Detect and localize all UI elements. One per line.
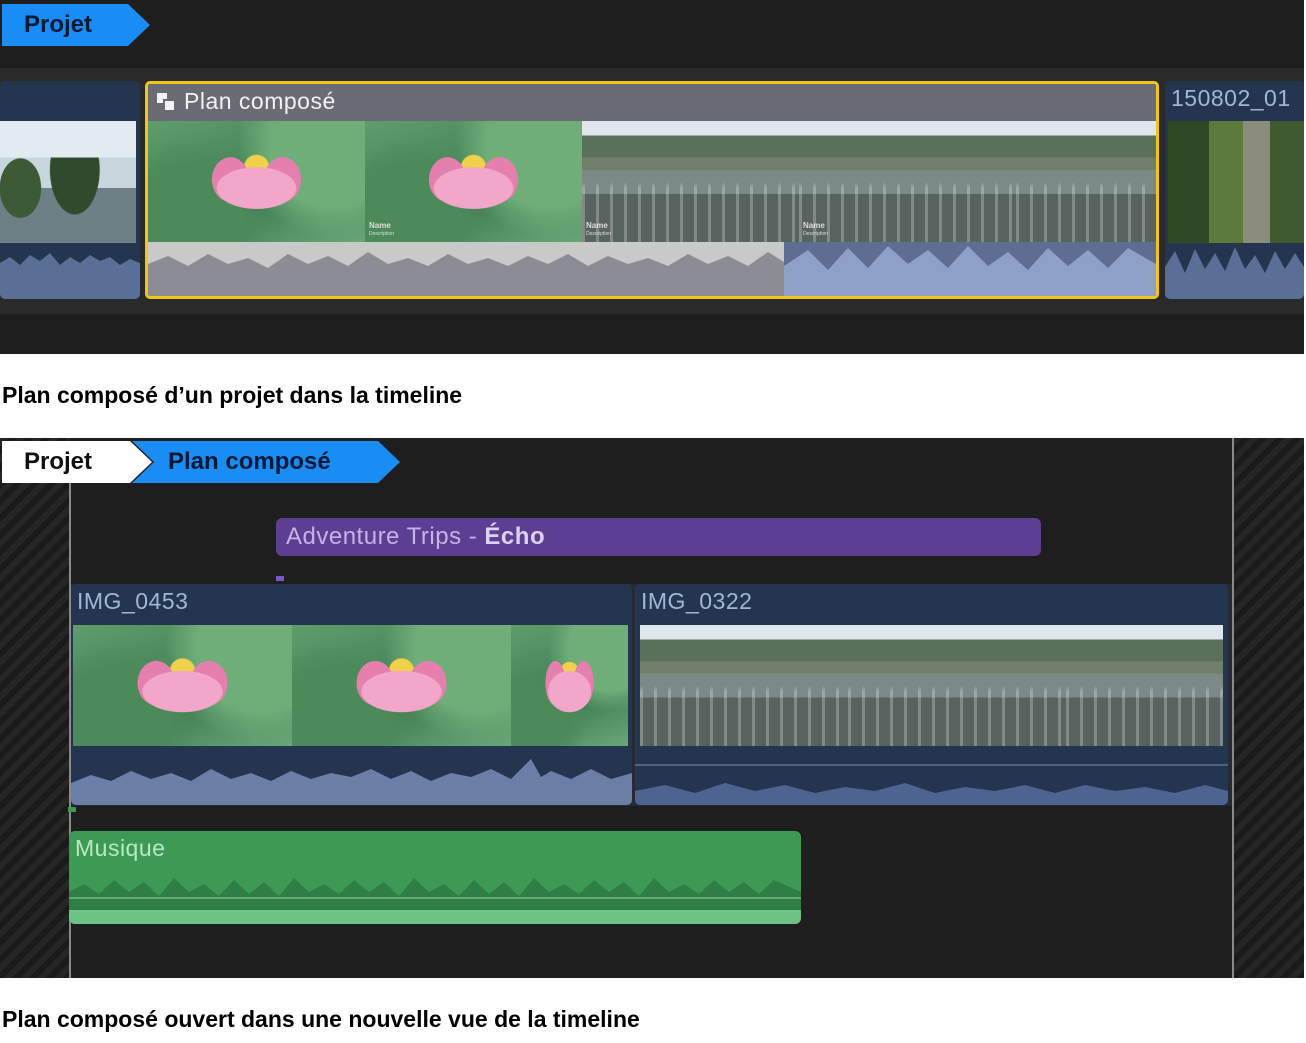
next-clip[interactable]: 150802_01	[1165, 81, 1304, 299]
audio-waveform	[71, 759, 632, 805]
clip-thumbnail	[148, 121, 365, 243]
title-clip[interactable]: Adventure Trips - Écho	[276, 518, 1041, 556]
audio-clip-musique[interactable]: Musique	[69, 831, 801, 924]
compound-clip-icon	[157, 93, 176, 112]
audio-waveform	[69, 878, 801, 924]
clip-title: IMG_0453	[77, 588, 189, 614]
timeline-end-region	[1234, 438, 1304, 978]
clip-thumbnail	[1168, 121, 1304, 243]
connection-marker	[68, 807, 76, 812]
audio-waveform	[1165, 247, 1304, 299]
breadcrumb-project-label: Projet	[24, 11, 93, 38]
timeline-end-line	[1232, 438, 1234, 978]
caption-compound-timeline: Plan composé ouvert dans une nouvelle vu…	[2, 1006, 640, 1032]
video-clip-img-0322[interactable]: IMG_0322	[635, 584, 1228, 805]
audio-waveform	[635, 764, 1228, 805]
video-clip-img-0453[interactable]: IMG_0453	[71, 584, 632, 805]
clip-thumbnail	[1016, 121, 1156, 243]
clip-thumbnail	[73, 625, 292, 746]
caption-project-timeline: Plan composé d’un projet dans la timelin…	[2, 382, 463, 408]
thumbnail-name-overlay: Name Description	[586, 221, 612, 237]
audio-waveform	[148, 242, 1156, 296]
clip-thumbnail: Name Description	[799, 121, 1016, 243]
title-clip-label: Adventure Trips - Écho	[286, 523, 546, 550]
connection-marker	[276, 576, 284, 581]
clip-thumbnail	[848, 625, 1066, 746]
clip-thumbnail	[640, 625, 848, 746]
clip-title: IMG_0322	[641, 588, 753, 614]
timeline-project-view: Projet Plan composé Name Description Name…	[0, 0, 1304, 354]
previous-clip[interactable]	[0, 81, 140, 299]
compound-clip-title: Plan composé	[184, 88, 336, 114]
breadcrumb-project-label: Projet	[24, 448, 93, 475]
clip-thumbnail: Name Description	[582, 121, 799, 243]
compound-clip-header: Plan composé	[148, 84, 1156, 121]
clip-thumbnail	[292, 625, 511, 746]
audio-waveform	[0, 253, 140, 299]
clip-thumbnail	[1066, 625, 1223, 746]
thumbnail-name-overlay: Name Description	[803, 221, 829, 237]
next-clip-title: 150802_01	[1171, 85, 1291, 111]
breadcrumb-project[interactable]: Projet	[2, 441, 152, 483]
compound-clip[interactable]: Plan composé Name Description Name Descrip…	[145, 81, 1159, 299]
breadcrumb-project[interactable]: Projet	[2, 4, 150, 46]
breadcrumb-compound-label: Plan composé	[168, 448, 331, 475]
clip-thumbnail: Name Description	[365, 121, 582, 243]
audio-clip-title: Musique	[75, 835, 166, 861]
timeline-compound-view: Projet Plan composé Adventure Trips - Éc…	[0, 438, 1304, 978]
clip-thumbnail	[511, 625, 628, 746]
breadcrumb-compound-clip[interactable]: Plan composé	[132, 441, 400, 483]
thumbnail-name-overlay: Name Description	[369, 221, 395, 237]
timeline-start-region	[0, 438, 70, 978]
clip-thumbnail	[0, 121, 136, 243]
